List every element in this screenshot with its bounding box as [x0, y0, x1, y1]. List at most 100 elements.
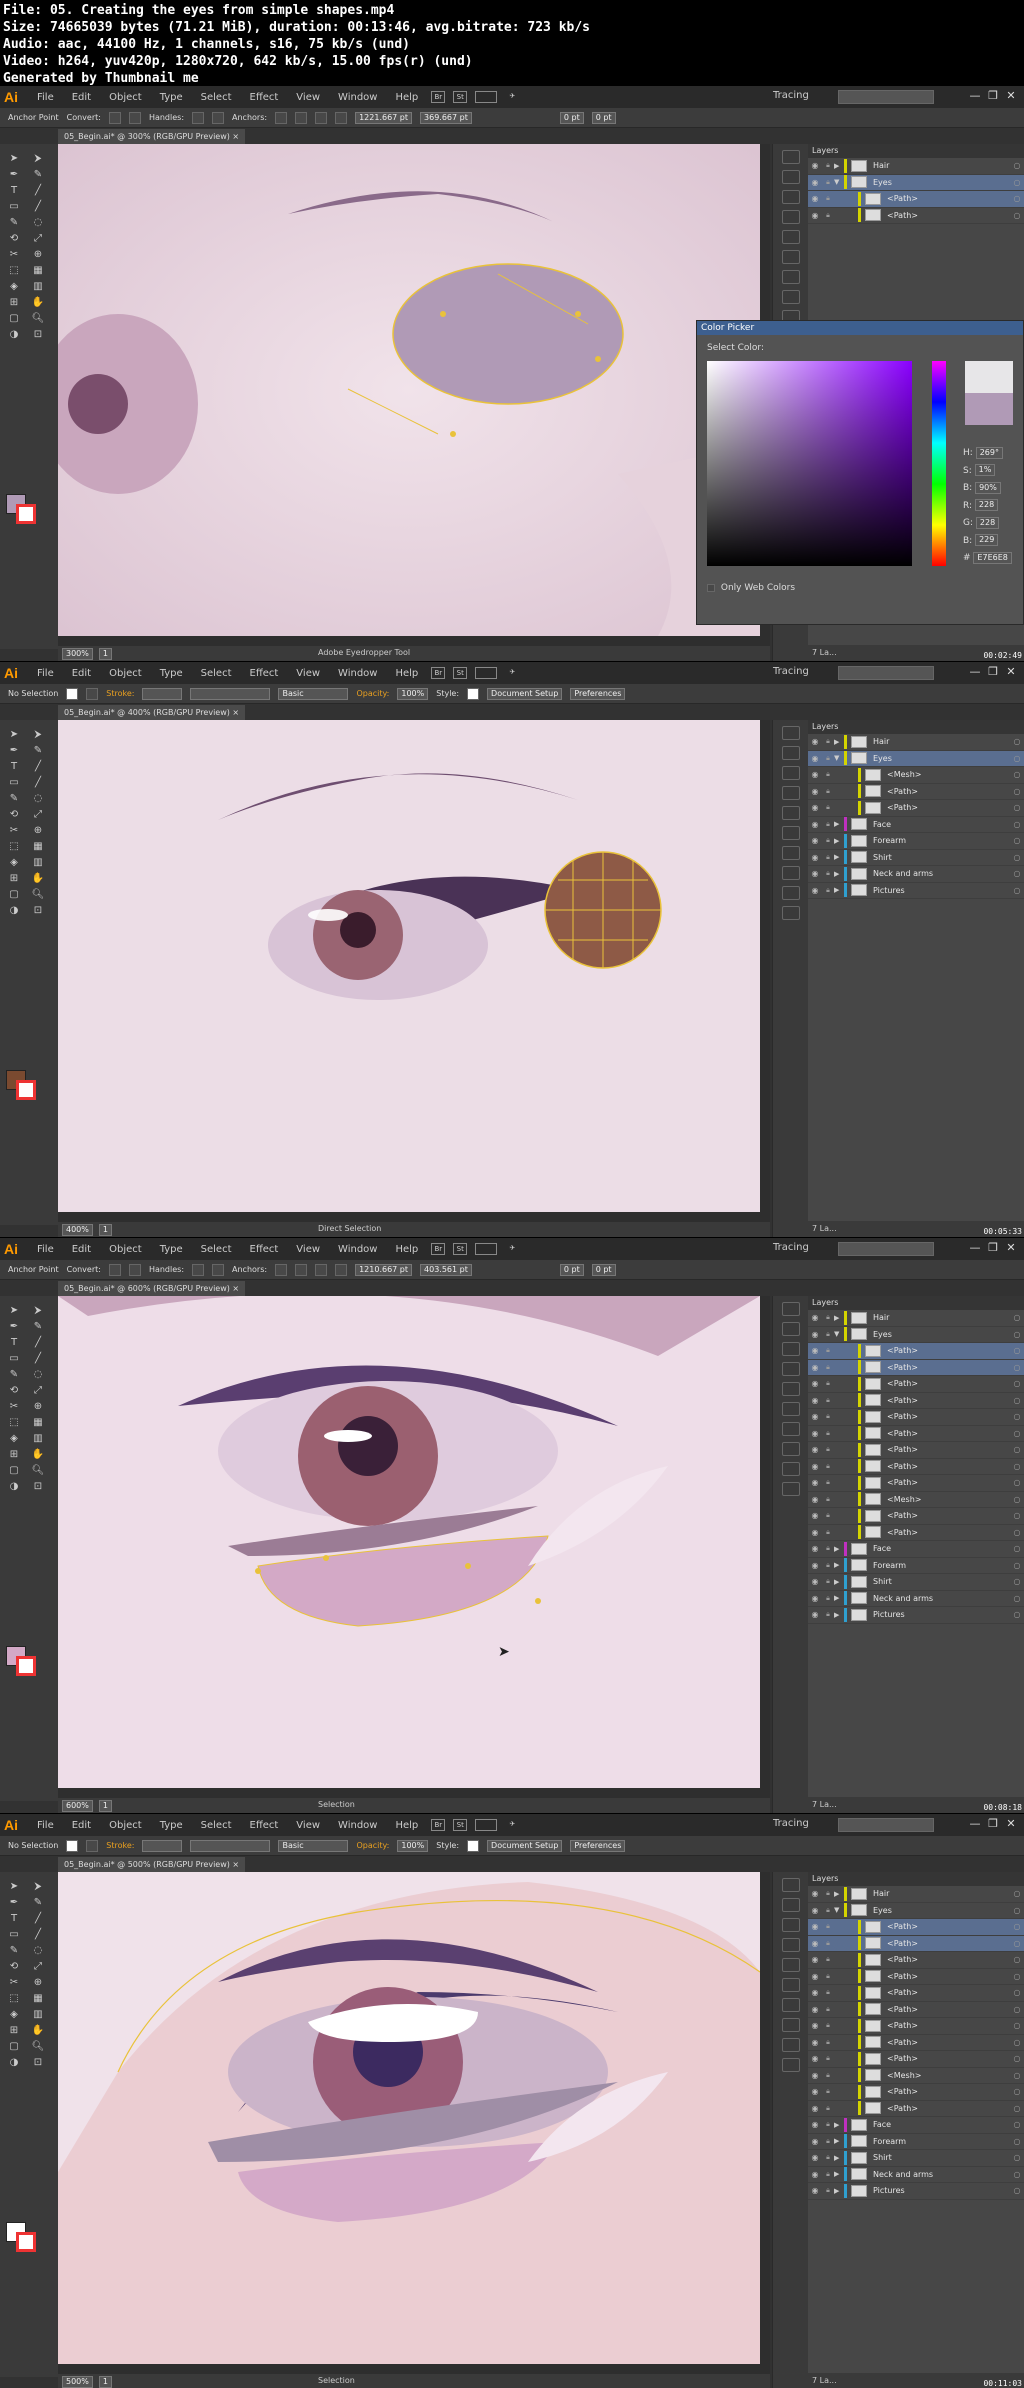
tool-icon[interactable]: ▭ [6, 1352, 22, 1366]
tool-icon[interactable]: ▦ [30, 1416, 46, 1430]
target-icon[interactable]: ○ [1010, 1988, 1024, 1997]
eye-icon[interactable]: ◉ [808, 1577, 822, 1586]
restore-icon[interactable]: ❐ [986, 1817, 1000, 1831]
lock-icon[interactable]: 🔒︎ [822, 737, 834, 746]
red-field[interactable]: 228 [974, 499, 999, 511]
horizontal-scrollbar[interactable] [58, 636, 770, 646]
target-icon[interactable]: ○ [1010, 1922, 1024, 1931]
tool-icon[interactable]: ⤢ [30, 1384, 46, 1398]
eye-icon[interactable]: ◉ [808, 737, 822, 746]
tool-icon[interactable]: ╱ [30, 1928, 46, 1942]
target-icon[interactable]: ○ [1010, 787, 1024, 796]
lock-icon[interactable]: 🔒︎ [822, 1561, 834, 1570]
menu-select[interactable]: Select [192, 92, 241, 103]
layer-row[interactable]: ◉ 🔒︎ <Path> ○ [808, 1969, 1024, 1985]
align-button[interactable] [295, 111, 308, 124]
graphic-styles-panel-icon[interactable] [781, 1462, 800, 1476]
eye-icon[interactable]: ◉ [808, 161, 822, 170]
tool-icon[interactable]: ▦ [30, 1992, 46, 2006]
tool-icon[interactable]: ⟲ [6, 1384, 22, 1398]
lock-icon[interactable]: 🔒︎ [822, 803, 834, 812]
handles-button[interactable] [192, 111, 205, 124]
lock-icon[interactable]: 🔒︎ [822, 853, 834, 862]
target-icon[interactable]: ○ [1010, 803, 1024, 812]
menu-help[interactable]: Help [386, 92, 427, 103]
lock-icon[interactable]: 🔒︎ [822, 1445, 834, 1454]
menu-type[interactable]: Type [151, 1820, 192, 1831]
gradient-panel-icon[interactable] [781, 826, 800, 840]
symbols-panel-icon[interactable] [781, 786, 800, 800]
stroke-swatch[interactable] [16, 504, 36, 524]
tool-icon[interactable]: ✒ [6, 1320, 22, 1334]
artwork-canvas[interactable]: ➤ [58, 1296, 760, 1788]
expand-arrow-icon[interactable]: ▶ [834, 738, 844, 746]
restore-icon[interactable]: ❐ [986, 89, 1000, 103]
h-field[interactable]: 0 pt [591, 1263, 616, 1276]
tool-icon[interactable]: ◈ [6, 856, 22, 870]
minimize-icon[interactable]: — [968, 1817, 982, 1831]
tool-icon[interactable]: ◑ [6, 328, 22, 342]
lock-icon[interactable]: 🔒︎ [822, 2038, 834, 2047]
eye-icon[interactable]: ◉ [808, 1610, 822, 1619]
lock-icon[interactable]: 🔒︎ [822, 2170, 834, 2179]
tool-icon[interactable]: ⤢ [30, 232, 46, 246]
lock-icon[interactable]: 🔒︎ [822, 1594, 834, 1603]
layer-row[interactable]: ◉ 🔒︎ ▶ Pictures ○ [808, 883, 1024, 899]
links-panel-icon[interactable] [781, 2058, 800, 2072]
artboard[interactable] [58, 720, 760, 1212]
tool-icon[interactable]: ✎ [30, 744, 46, 758]
tool-icon[interactable]: ✋ [30, 2024, 46, 2038]
target-icon[interactable]: ○ [1010, 2137, 1024, 2146]
lock-icon[interactable]: 🔒︎ [822, 1889, 834, 1898]
color-panel-icon[interactable] [781, 726, 800, 740]
tool-icon[interactable]: ◌ [30, 1944, 46, 1958]
fill-dropdown[interactable] [66, 687, 79, 700]
swatches-panel-icon[interactable] [781, 746, 800, 760]
target-icon[interactable]: ○ [1010, 2104, 1024, 2113]
eye-ellipse-path[interactable] [392, 263, 624, 405]
tool-icon[interactable]: ⬚ [6, 840, 22, 854]
target-icon[interactable]: ○ [1010, 2021, 1024, 2030]
fill-stroke-widget[interactable] [6, 2222, 36, 2252]
target-icon[interactable]: ○ [1010, 853, 1024, 862]
tool-icon[interactable]: ◌ [30, 1368, 46, 1382]
search-input[interactable] [838, 90, 934, 104]
search-input[interactable] [838, 1818, 934, 1832]
transparency-panel-icon[interactable] [781, 846, 800, 860]
transparency-panel-icon[interactable] [781, 270, 800, 284]
layer-row[interactable]: ◉ 🔒︎ <Path> ○ [808, 1508, 1024, 1525]
tool-icon[interactable]: ✎ [30, 168, 46, 182]
layer-row[interactable]: ◉ 🔒︎ <Mesh> ○ [808, 1492, 1024, 1508]
eye-icon[interactable]: ◉ [808, 886, 822, 895]
target-icon[interactable]: ○ [1010, 1396, 1024, 1405]
lock-icon[interactable]: 🔒︎ [822, 2071, 834, 2080]
only-web-colors-checkbox[interactable] [707, 583, 715, 592]
target-icon[interactable]: ○ [1010, 1495, 1024, 1504]
convert-button[interactable] [128, 1263, 141, 1276]
workspace-switcher[interactable]: Tracing [773, 90, 809, 101]
anchors-button[interactable] [275, 1263, 288, 1276]
tool-icon[interactable]: ╱ [30, 1336, 46, 1350]
layer-row[interactable]: ◉ 🔒︎ <Path> ○ [808, 2018, 1024, 2035]
lock-icon[interactable]: 🔒︎ [822, 2005, 834, 2014]
style-dropdown[interactable] [467, 687, 480, 700]
convert-button[interactable] [108, 1263, 121, 1276]
horizontal-scrollbar[interactable] [58, 1788, 770, 1798]
menu-type[interactable]: Type [151, 92, 192, 103]
tool-icon[interactable]: ▥ [30, 1432, 46, 1446]
menu-edit[interactable]: Edit [63, 668, 100, 679]
artboard[interactable] [58, 144, 760, 636]
tool-icon[interactable]: ⊕ [30, 248, 46, 262]
target-icon[interactable]: ○ [1010, 2153, 1024, 2162]
tool-icon[interactable]: ✎ [30, 1896, 46, 1910]
style-dropdown[interactable] [467, 1839, 480, 1852]
tool-icon[interactable]: ◑ [6, 904, 22, 918]
close-icon[interactable]: ✕ [1004, 665, 1018, 679]
eye-icon[interactable]: ◉ [808, 787, 822, 796]
layer-row[interactable]: ◉ 🔒︎ ▶ Hair ○ [808, 734, 1024, 751]
target-icon[interactable]: ○ [1010, 1445, 1024, 1454]
layer-row[interactable]: ◉ 🔒︎ <Path> ○ [808, 2051, 1024, 2068]
tool-icon[interactable]: ⮞ [30, 152, 46, 166]
color-panel-icon[interactable] [781, 1302, 800, 1316]
menu-window[interactable]: Window [329, 1244, 386, 1255]
